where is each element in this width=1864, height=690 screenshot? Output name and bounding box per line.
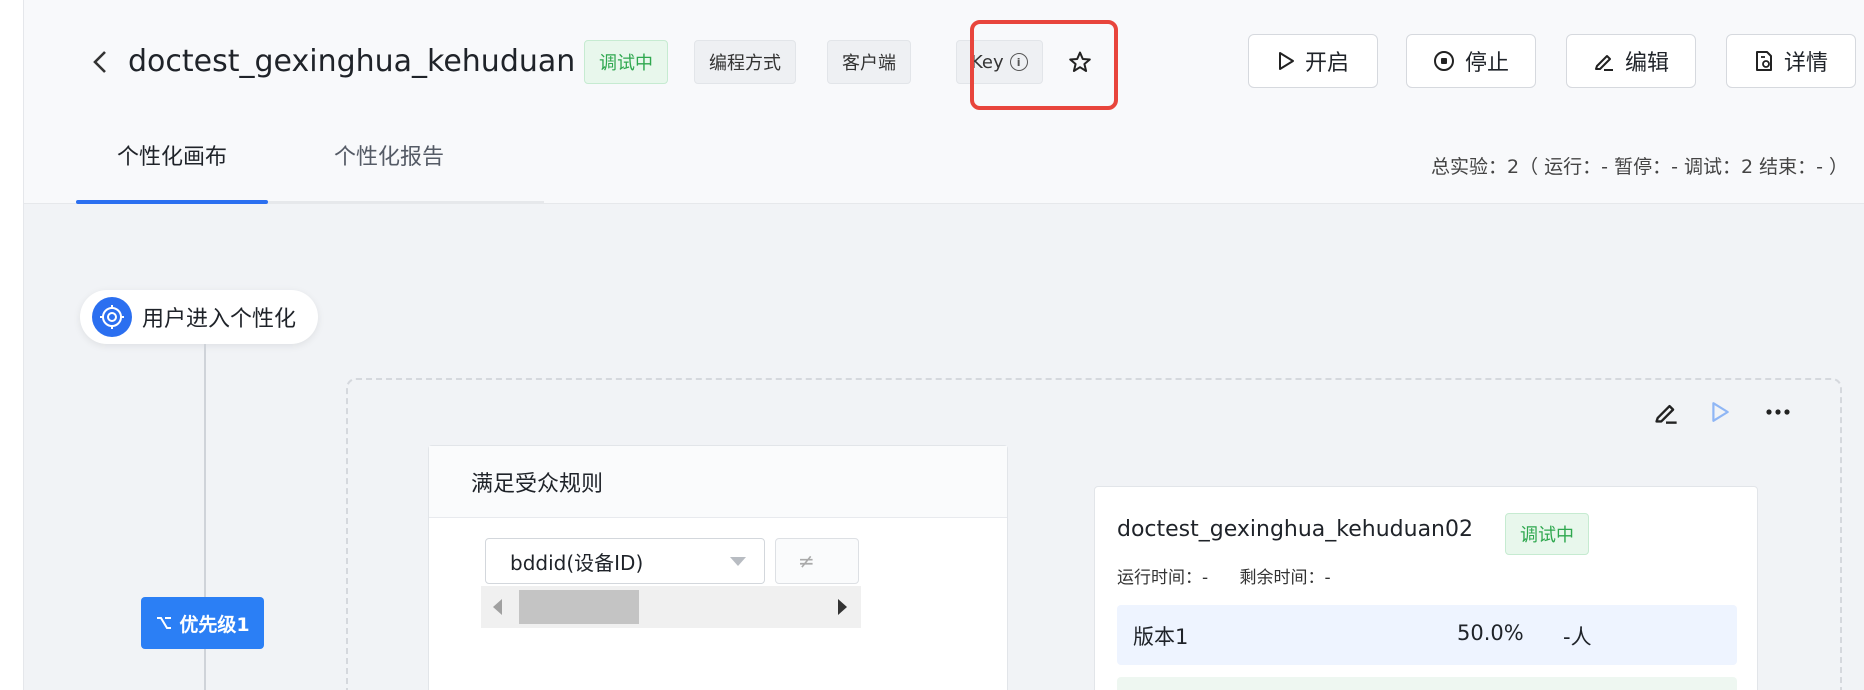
tab-report[interactable]: 个性化报告 xyxy=(334,140,444,204)
remain-time: 剩余时间：- xyxy=(1239,568,1331,588)
experiment-status-badge: 调试中 xyxy=(1505,513,1589,555)
experiment-card[interactable]: doctest_gexinghua_kehuduan02 调试中 运行时间：- … xyxy=(1094,486,1758,690)
rule-operator-value: ≠ xyxy=(798,549,815,573)
entry-node[interactable]: 用户进入个性化 xyxy=(80,290,319,344)
back-arrow-icon xyxy=(93,51,106,73)
version-row[interactable] xyxy=(1117,677,1737,690)
run-time: 运行时间：- xyxy=(1117,568,1209,588)
experiment-times: 运行时间：- 剩余时间：- xyxy=(1117,563,1357,588)
version-percent: 50.0% xyxy=(1457,621,1524,645)
scroll-thumb[interactable] xyxy=(519,590,639,624)
scroll-right-arrow[interactable] xyxy=(838,599,847,615)
version-row[interactable]: 版本1 50.0% -人 xyxy=(1117,605,1737,665)
tag-client: 客户端 xyxy=(827,40,911,84)
target-icon xyxy=(92,297,132,337)
experiment-summary: 总实验：2（ 运行：- 暂停：- 调试：2 结束：- ） xyxy=(1431,156,1848,178)
stop-button[interactable]: 停止 xyxy=(1406,34,1536,88)
version-name: 版本1 xyxy=(1133,625,1189,649)
page-title: doctest_gexinghua_kehuduan xyxy=(128,44,576,79)
horizontal-scrollbar[interactable] xyxy=(481,586,861,628)
start-button[interactable]: 开启 xyxy=(1248,34,1378,88)
entry-label: 用户进入个性化 xyxy=(142,307,297,332)
tag-programming: 编程方式 xyxy=(694,40,796,84)
page-header: doctest_gexinghua_kehuduan 调试中 编程方式 客户端 … xyxy=(24,0,1864,204)
pencil-icon xyxy=(1594,55,1613,71)
stop-label: 停止 xyxy=(1464,51,1509,76)
pencil-icon xyxy=(1655,404,1677,424)
more-icon xyxy=(1766,409,1790,415)
priority-label: 优先级1 xyxy=(179,613,250,636)
detail-button[interactable]: 详情 xyxy=(1726,34,1856,88)
rule-field-value: bddid(设备ID) xyxy=(510,550,644,575)
tab-canvas[interactable]: 个性化画布 xyxy=(76,140,268,204)
group-start-button[interactable] xyxy=(1704,396,1736,428)
play-icon xyxy=(1278,52,1294,70)
highlight-annotation xyxy=(970,20,1118,110)
rule-card-title: 满足受众规则 xyxy=(429,446,1007,518)
back-button[interactable] xyxy=(80,42,120,82)
rule-field-select[interactable]: bddid(设备ID) xyxy=(485,538,765,584)
rule-operator-select[interactable]: ≠ xyxy=(775,538,859,584)
detail-label: 详情 xyxy=(1783,51,1828,76)
play-icon xyxy=(1712,402,1729,422)
priority-node[interactable]: 优先级1 xyxy=(141,597,264,649)
edit-label: 编辑 xyxy=(1624,51,1669,76)
experiment-name: doctest_gexinghua_kehuduan02 xyxy=(1117,517,1473,542)
chevron-down-icon xyxy=(730,557,746,566)
start-label: 开启 xyxy=(1304,51,1349,76)
audience-rule-card: 满足受众规则 bddid(设备ID) ≠ xyxy=(428,445,1008,690)
branch-icon xyxy=(157,617,172,629)
edit-button[interactable]: 编辑 xyxy=(1566,34,1696,88)
stop-circle-icon xyxy=(1433,51,1454,71)
version-people: -人 xyxy=(1563,625,1592,649)
scroll-left-arrow[interactable] xyxy=(493,599,502,615)
document-icon xyxy=(1755,51,1772,71)
left-rail xyxy=(0,0,24,690)
group-more-button[interactable] xyxy=(1762,396,1794,428)
status-badge: 调试中 xyxy=(584,40,668,84)
group-edit-button[interactable] xyxy=(1650,396,1682,428)
